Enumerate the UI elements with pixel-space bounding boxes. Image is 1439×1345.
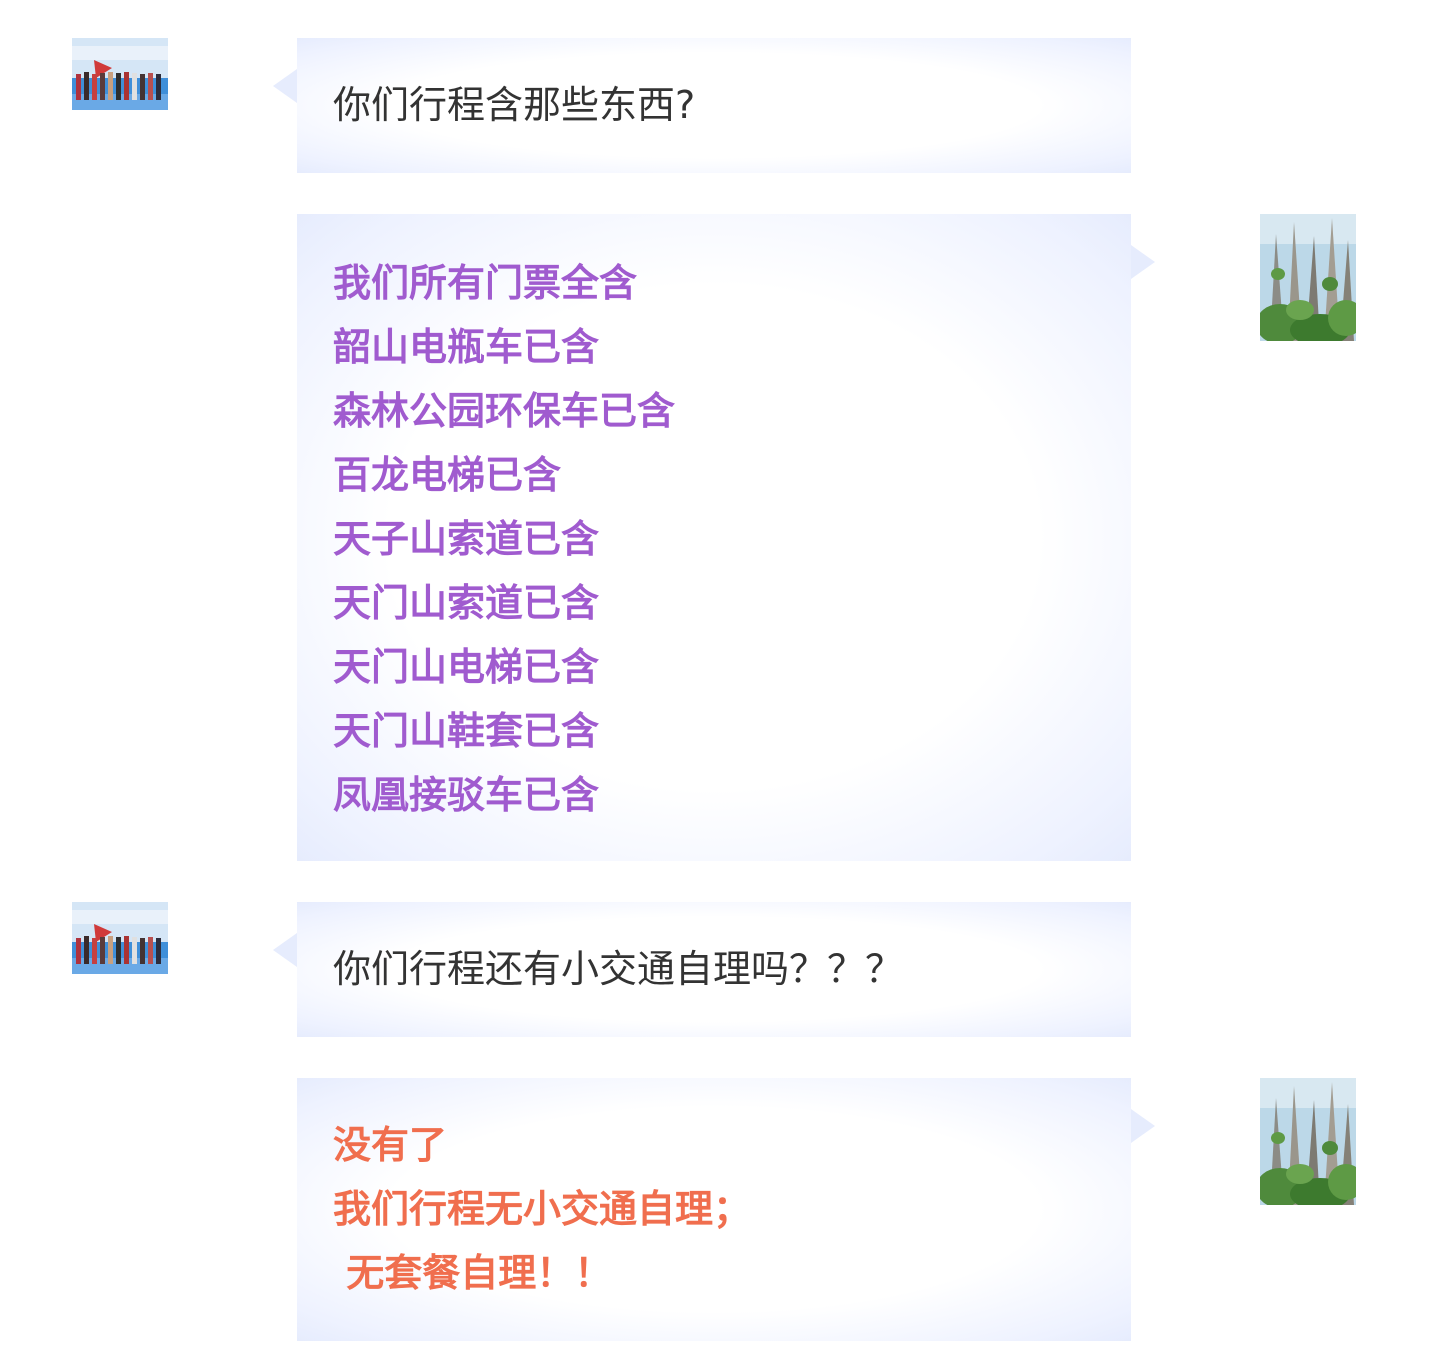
inclusion-list: 我们所有门票全含 韶山电瓶车已含 森林公园环保车已含 百龙电梯已含 天子山索道已…	[333, 214, 1095, 827]
agent-avatar[interactable]	[1260, 214, 1356, 341]
list-item: 天子山索道已含	[333, 517, 600, 561]
customer-avatar[interactable]	[72, 902, 168, 974]
list-item: 森林公园环保车已含	[333, 389, 676, 433]
list-item: 凤凰接驳车已含	[333, 773, 600, 817]
answer-text: 没有了 我们行程无小交通自理； 无套餐自理！！	[333, 1078, 1095, 1305]
message-text: 你们行程含那些东西?	[333, 83, 696, 127]
list-item: 韶山电瓶车已含	[333, 325, 600, 369]
list-item: 天门山索道已含	[333, 581, 600, 625]
answer-line: 无套餐自理！！	[333, 1251, 613, 1295]
bubble-tail-right	[1131, 1109, 1155, 1143]
agent-avatar[interactable]	[1260, 1078, 1356, 1205]
agent-message-bubble: 我们所有门票全含 韶山电瓶车已含 森林公园环保车已含 百龙电梯已含 天子山索道已…	[297, 214, 1155, 861]
list-item: 天门山电梯已含	[333, 645, 600, 689]
group-photo-icon	[72, 902, 168, 974]
answer-line: 我们行程无小交通自理；	[333, 1187, 752, 1231]
bubble-tail-left	[273, 933, 297, 967]
list-item: 天门山鞋套已含	[333, 709, 600, 753]
list-item: 百龙电梯已含	[333, 453, 562, 497]
customer-avatar[interactable]	[72, 38, 168, 110]
message-text: 你们行程还有小交通自理吗？？？	[333, 947, 904, 991]
mountain-photo-icon	[1260, 214, 1356, 341]
mountain-photo-icon	[1260, 1078, 1356, 1205]
customer-message-bubble: 你们行程含那些东西?	[273, 38, 1131, 173]
group-photo-icon	[72, 38, 168, 110]
agent-message-bubble: 没有了 我们行程无小交通自理； 无套餐自理！！	[297, 1078, 1155, 1341]
answer-line: 没有了	[333, 1123, 448, 1167]
bubble-tail-right	[1131, 245, 1155, 279]
list-item: 我们所有门票全含	[333, 261, 638, 305]
customer-message-bubble: 你们行程还有小交通自理吗？？？	[273, 902, 1131, 1037]
bubble-tail-left	[273, 69, 297, 103]
